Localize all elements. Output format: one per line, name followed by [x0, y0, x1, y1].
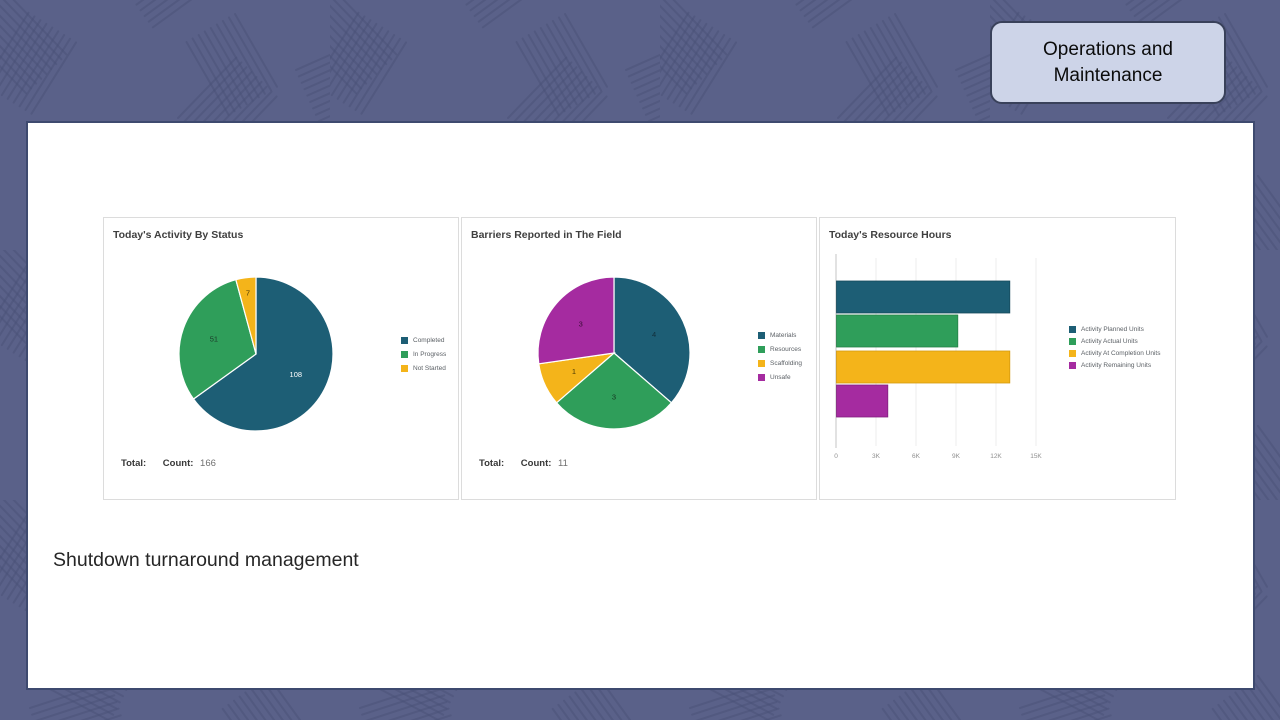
pie-slice-value: 51: [210, 335, 218, 344]
legend-item: Materials: [758, 328, 802, 342]
bar: [837, 315, 958, 347]
total-label: Total:: [121, 458, 146, 469]
legend-label: Activity Planned Units: [1081, 326, 1144, 333]
slide-caption: Shutdown turnaround management: [53, 549, 359, 572]
legend-item: Activity Remaining Units: [1069, 359, 1160, 371]
legend-label: Activity Remaining Units: [1081, 362, 1151, 369]
legend-label: In Progress: [413, 351, 446, 358]
legend-swatch: [758, 332, 765, 339]
legend-swatch: [401, 365, 408, 372]
x-tick-label: 9K: [952, 453, 961, 460]
legend-label: Resources: [770, 346, 801, 353]
count-label: Count:: [521, 458, 552, 469]
legend-swatch: [1069, 326, 1076, 333]
pie-slice-value: 1: [572, 367, 576, 376]
barriers-legend: Materials Resources Scaffolding Unsafe: [758, 328, 802, 384]
pie-slice-value: 3: [579, 320, 583, 329]
total-row: Total: Count: 11: [479, 458, 568, 469]
pie-slice-value: 3: [612, 393, 616, 402]
card-activity-by-status: Today's Activity By Status 108517 Comple…: [103, 217, 459, 500]
legend-item: In Progress: [401, 347, 446, 361]
legend-swatch: [758, 346, 765, 353]
activity-status-legend: Completed In Progress Not Started: [401, 333, 446, 375]
legend-label: Materials: [770, 332, 796, 339]
legend-item: Not Started: [401, 361, 446, 375]
legend-item: Activity At Completion Units: [1069, 347, 1160, 359]
count-value: 11: [558, 458, 568, 469]
bar: [837, 385, 888, 417]
x-tick-label: 0: [834, 453, 838, 460]
legend-item: Completed: [401, 333, 446, 347]
legend-item: Activity Actual Units: [1069, 335, 1160, 347]
slide-canvas: Operations and Maintenance Today's Activ…: [0, 0, 1280, 720]
total-label: Total:: [479, 458, 504, 469]
card-barriers-reported: Barriers Reported in The Field 4313 Mate…: [461, 217, 817, 500]
legend-item: Activity Planned Units: [1069, 323, 1160, 335]
legend-swatch: [401, 351, 408, 358]
total-row: Total: Count: 166: [121, 458, 216, 469]
legend-label: Not Started: [413, 365, 446, 372]
legend-item: Resources: [758, 342, 802, 356]
bar: [837, 351, 1010, 383]
pie-slice-value: 7: [246, 288, 250, 297]
x-tick-label: 3K: [872, 453, 881, 460]
x-tick-label: 6K: [912, 453, 921, 460]
legend-label: Activity At Completion Units: [1081, 350, 1160, 357]
legend-swatch: [758, 374, 765, 381]
x-tick-label: 15K: [1030, 453, 1042, 460]
section-tag: Operations and Maintenance: [990, 21, 1226, 104]
legend-label: Scaffolding: [770, 360, 802, 367]
section-tag-label: Operations and Maintenance: [1008, 37, 1208, 87]
count-label: Count:: [163, 458, 194, 469]
pie-slice: [538, 277, 614, 364]
legend-item: Scaffolding: [758, 356, 802, 370]
bar: [837, 281, 1010, 313]
pie-slice-value: 4: [652, 330, 656, 339]
legend-swatch: [1069, 338, 1076, 345]
legend-swatch: [1069, 362, 1076, 369]
pie-slice-value: 108: [290, 370, 303, 379]
resource-hours-legend: Activity Planned Units Activity Actual Un…: [1069, 323, 1160, 371]
x-tick-label: 12K: [990, 453, 1002, 460]
legend-label: Activity Actual Units: [1081, 338, 1138, 345]
legend-swatch: [1069, 350, 1076, 357]
legend-item: Unsafe: [758, 370, 802, 384]
legend-label: Completed: [413, 337, 444, 344]
count-value: 166: [200, 458, 216, 469]
legend-label: Unsafe: [770, 374, 791, 381]
card-resource-hours: Today's Resource Hours 03K6K9K12K15K Act…: [819, 217, 1176, 500]
legend-swatch: [758, 360, 765, 367]
legend-swatch: [401, 337, 408, 344]
